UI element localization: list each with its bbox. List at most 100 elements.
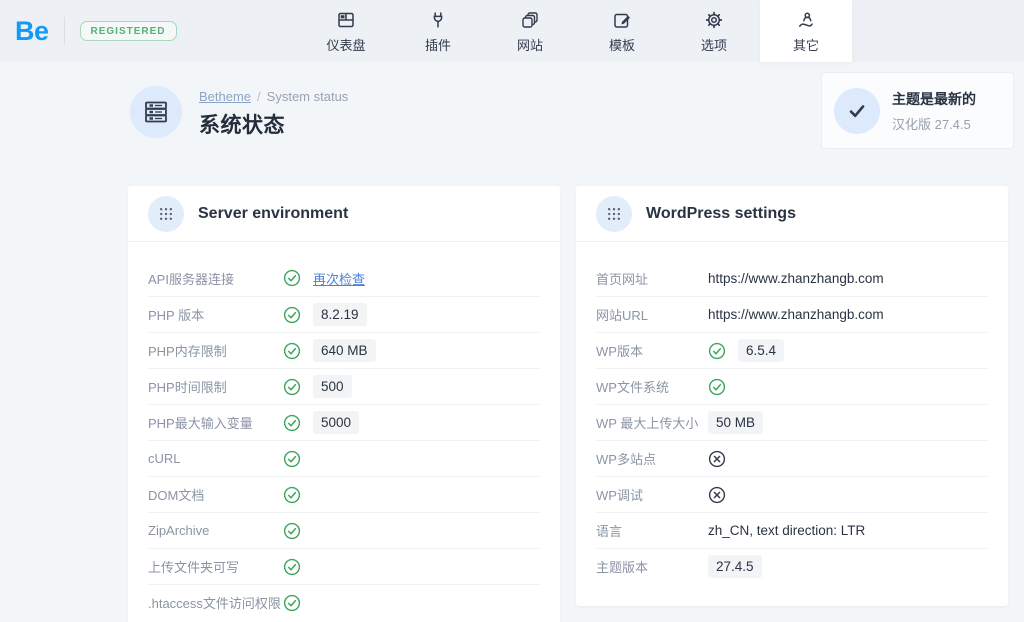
check-circle-icon bbox=[283, 342, 313, 360]
check-circle-icon bbox=[283, 558, 313, 576]
value-chip: 50 MB bbox=[708, 411, 763, 434]
status-row: WP文件系统 bbox=[596, 368, 988, 404]
row-label: PHP时间限制 bbox=[148, 377, 283, 396]
check-circle-icon bbox=[283, 269, 313, 287]
value-text: https://www.zhanzhangb.com bbox=[708, 271, 884, 286]
status-row: 上传文件夹可写 bbox=[148, 548, 540, 584]
theme-status-version: 汉化版 27.4.5 bbox=[892, 114, 976, 133]
card-title: Server environment bbox=[198, 205, 348, 223]
status-row: WP 最大上传大小50 MB bbox=[596, 404, 988, 440]
plugins-icon bbox=[428, 9, 448, 31]
websites-icon bbox=[520, 9, 540, 31]
row-label: cURL bbox=[148, 451, 283, 466]
value-chip: 500 bbox=[313, 375, 352, 398]
value-chip: 27.4.5 bbox=[708, 555, 762, 578]
row-label: PHP内存限制 bbox=[148, 341, 283, 360]
main-navigation: 仪表盘 插件 网站 模板 选项 其它 bbox=[300, 0, 852, 62]
breadcrumb-current: System status bbox=[267, 89, 349, 104]
check-circle-icon bbox=[283, 414, 313, 432]
row-label: WP调试 bbox=[596, 485, 708, 504]
check-circle-icon bbox=[283, 378, 313, 396]
breadcrumb-separator: / bbox=[257, 89, 261, 104]
value-chip: 6.5.4 bbox=[738, 339, 784, 362]
wordpress-settings-card: WordPress settings 首页网址https://www.zhanz… bbox=[576, 186, 1008, 606]
row-label: WP 最大上传大小 bbox=[596, 413, 708, 432]
status-row: 主题版本27.4.5 bbox=[596, 548, 988, 584]
row-label: WP多站点 bbox=[596, 449, 708, 468]
status-row: DOM文档 bbox=[148, 476, 540, 512]
status-row: ZipArchive bbox=[148, 512, 540, 548]
row-label: PHP最大输入变量 bbox=[148, 413, 283, 432]
status-row: .htaccess文件访问权限 bbox=[148, 584, 540, 620]
status-row: 首页网址https://www.zhanzhangb.com bbox=[596, 260, 988, 296]
check-circle-icon bbox=[708, 378, 738, 396]
theme-status-title: 主题是最新的 bbox=[892, 89, 976, 109]
status-row: PHP 版本 8.2.19 bbox=[148, 296, 540, 332]
row-label: .htaccess文件访问权限 bbox=[148, 593, 283, 612]
value-text: zh_CN, text direction: LTR bbox=[708, 523, 865, 538]
nav-item-options[interactable]: 选项 bbox=[668, 0, 760, 62]
nav-item-plugins[interactable]: 插件 bbox=[392, 0, 484, 62]
row-label: PHP 版本 bbox=[148, 305, 283, 324]
page-header: Betheme / System status 系统状态 主题是最新的 汉化版 27… bbox=[0, 62, 1024, 186]
status-row: PHP最大输入变量 5000 bbox=[148, 404, 540, 440]
brand-divider bbox=[64, 17, 65, 45]
value-chip: 8.2.19 bbox=[313, 303, 367, 326]
brand-area: Be REGISTERED bbox=[0, 16, 177, 47]
check-circle-icon bbox=[708, 342, 738, 360]
nav-item-dashboard[interactable]: 仪表盘 bbox=[300, 0, 392, 62]
templates-icon bbox=[612, 9, 632, 31]
status-row: WP多站点 bbox=[596, 440, 988, 476]
row-label: 首页网址 bbox=[596, 269, 708, 288]
status-rows: API服务器连接再次检查PHP 版本8.2.19PHP内存限制640 MBPHP… bbox=[128, 242, 560, 622]
value-chip: 5000 bbox=[313, 411, 359, 434]
card-title: WordPress settings bbox=[646, 205, 796, 223]
status-row: API服务器连接 再次检查 bbox=[148, 260, 540, 296]
status-row: 网站URLhttps://www.zhanzhangb.com bbox=[596, 296, 988, 332]
row-label: WP文件系统 bbox=[596, 377, 708, 396]
breadcrumb-betheme-link[interactable]: Betheme bbox=[199, 89, 251, 104]
row-label: 上传文件夹可写 bbox=[148, 557, 283, 576]
row-label: ZipArchive bbox=[148, 523, 283, 538]
card-header: Server environment bbox=[128, 186, 560, 242]
status-row: cURL bbox=[148, 440, 540, 476]
theme-status-box: 主题是最新的 汉化版 27.4.5 bbox=[821, 72, 1014, 149]
row-label: 主题版本 bbox=[596, 557, 708, 576]
betheme-logo[interactable]: Be bbox=[15, 16, 49, 47]
options-icon bbox=[704, 9, 724, 31]
check-circle-icon bbox=[283, 486, 313, 504]
dots-grid-icon bbox=[596, 196, 632, 232]
row-label: API服务器连接 bbox=[148, 269, 283, 288]
status-rows: 首页网址https://www.zhanzhangb.com网站URLhttps… bbox=[576, 242, 1008, 606]
dots-grid-icon bbox=[148, 196, 184, 232]
status-row: WP版本 6.5.4 bbox=[596, 332, 988, 368]
top-navbar: Be REGISTERED 仪表盘 插件 网站 模板 选项 其它 bbox=[0, 0, 1024, 62]
other-icon bbox=[796, 9, 816, 31]
page-header-left: Betheme / System status 系统状态 bbox=[130, 86, 348, 139]
server-environment-card: Server environment API服务器连接 再次检查 PHP 版本 8.2… bbox=[128, 186, 560, 622]
check-circle-icon bbox=[283, 450, 313, 468]
row-label: WP版本 bbox=[596, 341, 708, 360]
status-row: WP调试 bbox=[596, 476, 988, 512]
value-chip: 640 MB bbox=[313, 339, 376, 362]
status-row: PHP时间限制 500 bbox=[148, 368, 540, 404]
nav-item-websites[interactable]: 网站 bbox=[484, 0, 576, 62]
dashboard-icon bbox=[336, 9, 356, 31]
cross-circle-icon bbox=[708, 486, 738, 504]
value-text: https://www.zhanzhangb.com bbox=[708, 307, 884, 322]
check-circle-icon bbox=[283, 522, 313, 540]
cross-circle-icon bbox=[708, 450, 738, 468]
status-row: PHP内存限制 640 MB bbox=[148, 332, 540, 368]
registered-badge: REGISTERED bbox=[80, 21, 177, 41]
page-title: 系统状态 bbox=[199, 109, 348, 139]
row-label: 网站URL bbox=[596, 305, 708, 324]
nav-item-other[interactable]: 其它 bbox=[760, 0, 852, 62]
system-status-icon bbox=[130, 86, 182, 138]
recheck-link[interactable]: 再次检查 bbox=[313, 269, 365, 288]
main-content: Server environment API服务器连接 再次检查 PHP 版本 8.2… bbox=[0, 186, 1024, 622]
check-circle-icon bbox=[283, 306, 313, 324]
status-row: 语言zh_CN, text direction: LTR bbox=[596, 512, 988, 548]
nav-item-templates[interactable]: 模板 bbox=[576, 0, 668, 62]
card-header: WordPress settings bbox=[576, 186, 1008, 242]
theme-uptodate-check-icon bbox=[834, 88, 880, 134]
